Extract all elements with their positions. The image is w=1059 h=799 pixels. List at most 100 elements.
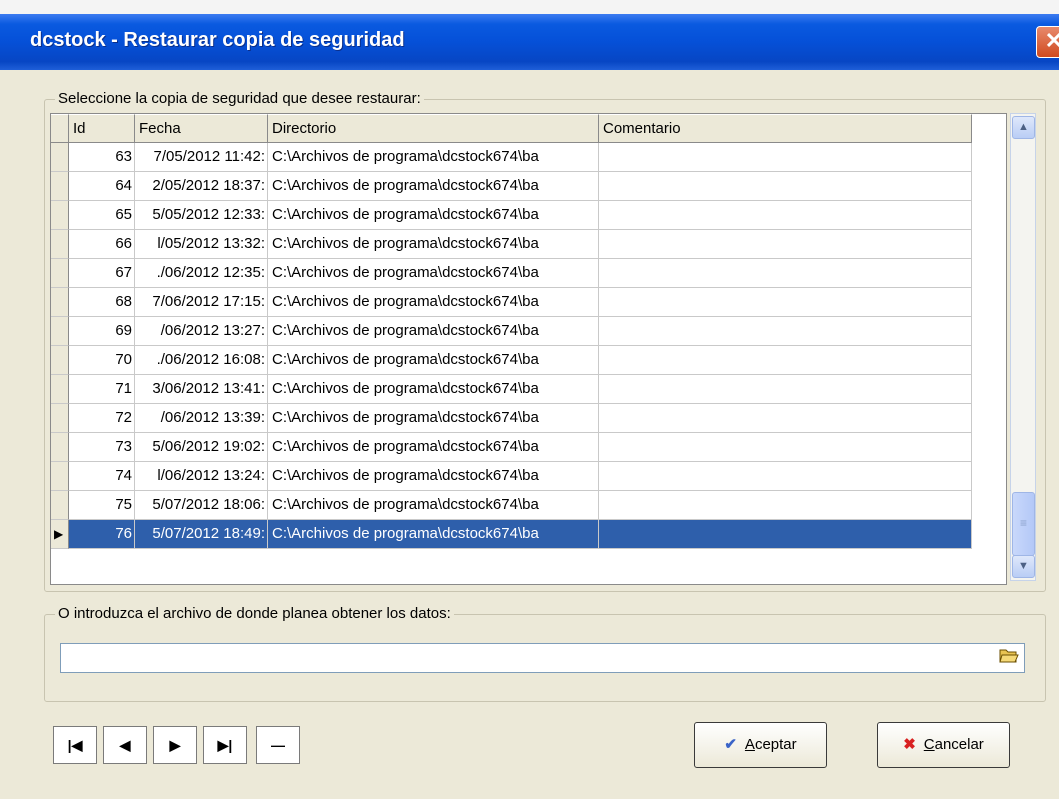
folder-open-icon[interactable] — [998, 646, 1020, 668]
cell-id[interactable]: 67 — [69, 259, 135, 288]
cell-directorio[interactable]: C:\Archivos de programa\dcstock674\ba — [268, 375, 599, 404]
chevron-up-icon: ▲ — [1018, 121, 1029, 133]
cell-id[interactable]: 76 — [69, 520, 135, 549]
col-header-directorio[interactable]: Directorio — [268, 114, 599, 143]
cell-comentario[interactable] — [599, 288, 972, 317]
cell-fecha[interactable]: ./06/2012 16:08: — [135, 346, 268, 375]
cell-id[interactable]: 73 — [69, 433, 135, 462]
close-icon: ✕ — [1044, 28, 1059, 53]
cell-directorio[interactable]: C:\Archivos de programa\dcstock674\ba — [268, 520, 599, 549]
cell-comentario[interactable] — [599, 172, 972, 201]
row-indicator[interactable] — [51, 491, 69, 520]
cell-id[interactable]: 63 — [69, 143, 135, 172]
cancel-hotkey: C — [923, 736, 935, 753]
last-record-button[interactable]: ▶| — [203, 726, 247, 764]
cell-fecha[interactable]: 3/06/2012 13:41: — [135, 375, 268, 404]
cell-directorio[interactable]: C:\Archivos de programa\dcstock674\ba — [268, 404, 599, 433]
cell-directorio[interactable]: C:\Archivos de programa\dcstock674\ba — [268, 172, 599, 201]
title-bar[interactable]: dcstock - Restaurar copia de seguridad ✕ — [0, 14, 1059, 70]
cell-id[interactable]: 72 — [69, 404, 135, 433]
cell-comentario[interactable] — [599, 201, 972, 230]
cell-fecha[interactable]: /06/2012 13:39: — [135, 404, 268, 433]
cell-fecha[interactable]: /06/2012 13:27: — [135, 317, 268, 346]
cell-comentario[interactable] — [599, 259, 972, 288]
cell-comentario[interactable] — [599, 346, 972, 375]
cell-comentario[interactable] — [599, 433, 972, 462]
row-indicator[interactable] — [51, 230, 69, 259]
cell-fecha[interactable]: 7/06/2012 17:15: — [135, 288, 268, 317]
prev-record-button[interactable]: ◀ — [103, 726, 147, 764]
row-indicator[interactable] — [51, 433, 69, 462]
cell-directorio[interactable]: C:\Archivos de programa\dcstock674\ba — [268, 259, 599, 288]
cell-fecha[interactable]: l/05/2012 13:32: — [135, 230, 268, 259]
cell-fecha[interactable]: 7/05/2012 11:42: — [135, 143, 268, 172]
cell-directorio[interactable]: C:\Archivos de programa\dcstock674\ba — [268, 201, 599, 230]
cell-comentario[interactable] — [599, 317, 972, 346]
col-header-fecha[interactable]: Fecha — [135, 114, 268, 143]
cell-directorio[interactable]: C:\Archivos de programa\dcstock674\ba — [268, 288, 599, 317]
cell-fecha[interactable]: 5/07/2012 18:49: — [135, 520, 268, 549]
row-indicator[interactable] — [51, 143, 69, 172]
col-header-comentario[interactable]: Comentario — [599, 114, 972, 143]
cell-directorio[interactable]: C:\Archivos de programa\dcstock674\ba — [268, 462, 599, 491]
cell-comentario[interactable] — [599, 520, 972, 549]
vertical-scrollbar[interactable]: ▲ ≡ ▼ — [1010, 113, 1036, 581]
cell-directorio[interactable]: C:\Archivos de programa\dcstock674\ba — [268, 433, 599, 462]
cell-fecha[interactable]: l/06/2012 13:24: — [135, 462, 268, 491]
cell-fecha[interactable]: 5/05/2012 12:33: — [135, 201, 268, 230]
cell-id[interactable]: 74 — [69, 462, 135, 491]
row-indicator[interactable] — [51, 172, 69, 201]
col-header-id[interactable]: Id — [69, 114, 135, 143]
cell-comentario[interactable] — [599, 462, 972, 491]
window-title: dcstock - Restaurar copia de seguridad — [30, 29, 405, 51]
indicator-header[interactable] — [51, 114, 69, 143]
cell-fecha[interactable]: ./06/2012 12:35: — [135, 259, 268, 288]
cell-id[interactable]: 71 — [69, 375, 135, 404]
cell-fecha[interactable]: 5/06/2012 19:02: — [135, 433, 268, 462]
cell-directorio[interactable]: C:\Archivos de programa\dcstock674\ba — [268, 491, 599, 520]
row-indicator[interactable] — [51, 317, 69, 346]
accept-button[interactable]: ✔ Aceptar — [694, 722, 827, 768]
scroll-up-button[interactable]: ▲ — [1012, 116, 1035, 139]
current-row-indicator-icon[interactable]: ▶ — [51, 520, 69, 549]
delete-record-button[interactable]: — — [256, 726, 300, 764]
cell-comentario[interactable] — [599, 230, 972, 259]
backup-grid[interactable]: Id Fecha Directorio Comentario 63 7/05/2012 1… — [50, 113, 1007, 585]
close-button[interactable]: ✕ — [1036, 26, 1059, 58]
x-icon: ✖ — [903, 736, 916, 753]
cell-directorio[interactable]: C:\Archivos de programa\dcstock674\ba — [268, 317, 599, 346]
cell-id[interactable]: 66 — [69, 230, 135, 259]
row-indicator[interactable] — [51, 259, 69, 288]
row-indicator[interactable] — [51, 462, 69, 491]
cell-fecha[interactable]: 2/05/2012 18:37: — [135, 172, 268, 201]
first-record-button[interactable]: |◀ — [53, 726, 97, 764]
cell-comentario[interactable] — [599, 143, 972, 172]
cell-fecha[interactable]: 5/07/2012 18:06: — [135, 491, 268, 520]
cell-id[interactable]: 65 — [69, 201, 135, 230]
row-indicator[interactable] — [51, 346, 69, 375]
top-strip — [0, 0, 1059, 14]
row-indicator[interactable] — [51, 375, 69, 404]
cell-id[interactable]: 75 — [69, 491, 135, 520]
cell-directorio[interactable]: C:\Archivos de programa\dcstock674\ba — [268, 230, 599, 259]
chevron-down-icon: ▼ — [1018, 560, 1029, 572]
file-path-input[interactable] — [60, 643, 1025, 673]
minus-icon: — — [271, 737, 285, 753]
cell-comentario[interactable] — [599, 491, 972, 520]
cell-id[interactable]: 68 — [69, 288, 135, 317]
scroll-down-button[interactable]: ▼ — [1012, 555, 1035, 578]
row-indicator[interactable] — [51, 404, 69, 433]
next-record-button[interactable]: ▶ — [153, 726, 197, 764]
row-indicator[interactable] — [51, 288, 69, 317]
cancel-button[interactable]: ✖ Cancelar — [877, 722, 1010, 768]
cell-comentario[interactable] — [599, 375, 972, 404]
cell-id[interactable]: 70 — [69, 346, 135, 375]
cell-id[interactable]: 64 — [69, 172, 135, 201]
cell-directorio[interactable]: C:\Archivos de programa\dcstock674\ba — [268, 346, 599, 375]
row-indicator[interactable] — [51, 201, 69, 230]
scroll-thumb[interactable]: ≡ — [1012, 492, 1035, 556]
cell-directorio[interactable]: C:\Archivos de programa\dcstock674\ba — [268, 143, 599, 172]
cell-id[interactable]: 69 — [69, 317, 135, 346]
accept-label: ceptar — [754, 736, 797, 753]
cell-comentario[interactable] — [599, 404, 972, 433]
